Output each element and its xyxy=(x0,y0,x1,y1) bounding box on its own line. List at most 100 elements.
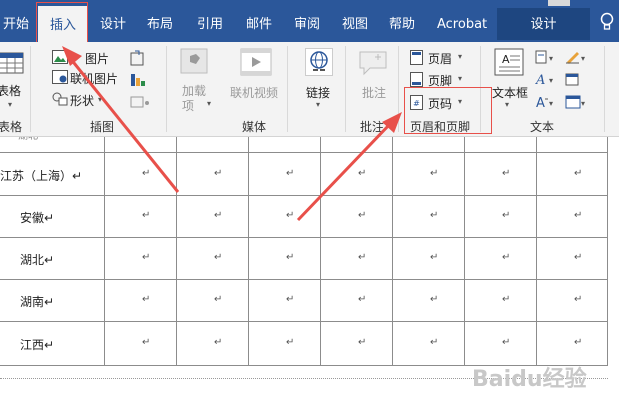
cell-paragraph-mark[interactable]: ↵ xyxy=(286,210,294,221)
cell-paragraph-mark[interactable]: ↵ xyxy=(142,337,150,348)
cell-paragraph-mark[interactable]: ↵ xyxy=(214,252,222,263)
cell-paragraph-mark[interactable]: ↵ xyxy=(286,168,294,179)
quick-parts-icon[interactable]: ▾ xyxy=(535,50,557,67)
cell-paragraph-mark[interactable]: ↵ xyxy=(142,168,150,179)
pictures-button[interactable]: 图片 xyxy=(85,50,109,67)
tab-help[interactable]: 帮助 xyxy=(389,0,415,42)
tab-table-design[interactable]: 设计 xyxy=(497,8,590,40)
cell-paragraph-mark[interactable]: ↵ xyxy=(430,294,438,305)
screenshot-icon[interactable] xyxy=(130,95,152,112)
group-separator xyxy=(398,46,399,132)
smartart-icon[interactable] xyxy=(130,72,146,91)
textbox-icon: A xyxy=(494,48,524,79)
online-video-button[interactable]: 联机视频 xyxy=(230,84,278,101)
table-row-label[interactable]: 江西↵ xyxy=(20,336,54,353)
group-separator xyxy=(30,46,31,132)
cell-paragraph-mark[interactable]: ↵ xyxy=(574,337,582,348)
wordart-icon[interactable]: A ▾ xyxy=(535,72,557,89)
cell-paragraph-mark[interactable]: ↵ xyxy=(142,210,150,221)
cell-paragraph-mark[interactable]: ↵ xyxy=(286,252,294,263)
ribbon-body: 表格 ▾ 表格 图片 联机图片 形状 ▾ 插图 加载 项 ▾ 联机视频 媒体 链… xyxy=(0,42,619,137)
svg-text:▾: ▾ xyxy=(581,99,585,108)
cell-paragraph-mark[interactable]: ↵ xyxy=(502,294,510,305)
group-separator xyxy=(604,46,605,132)
svg-text:A: A xyxy=(535,73,545,86)
cell-paragraph-mark[interactable]: ↵ xyxy=(358,168,366,179)
svg-text:▾: ▾ xyxy=(581,54,585,63)
shapes-dropdown-caret-icon[interactable]: ▾ xyxy=(98,95,102,104)
header-caret-icon[interactable]: ▾ xyxy=(458,52,462,61)
cell-paragraph-mark[interactable]: ↵ xyxy=(142,252,150,263)
cell-paragraph-mark[interactable]: ↵ xyxy=(358,337,366,348)
table-row-line xyxy=(0,321,608,322)
addins-caret-icon[interactable]: ▾ xyxy=(207,99,211,108)
cell-paragraph-mark[interactable]: ↵ xyxy=(502,337,510,348)
cell-paragraph-mark[interactable]: ↵ xyxy=(214,337,222,348)
svg-text:▾: ▾ xyxy=(549,76,553,85)
new-comment-button[interactable]: 批注 xyxy=(362,84,386,101)
header-button[interactable]: 页眉 xyxy=(428,50,452,67)
cell-paragraph-mark[interactable]: ↵ xyxy=(358,252,366,263)
links-caret-icon[interactable]: ▾ xyxy=(316,100,320,109)
table-col-line xyxy=(607,137,608,366)
group-label-comments: 批注 xyxy=(360,120,385,134)
table-col-line xyxy=(248,137,249,366)
table-dropdown-caret-icon[interactable]: ▾ xyxy=(8,100,12,109)
tab-design[interactable]: 设计 xyxy=(100,0,126,42)
tell-me-bulb-icon[interactable] xyxy=(600,12,616,32)
link-globe-icon xyxy=(305,48,333,79)
table-row-label[interactable]: 湖北↵ xyxy=(20,251,54,268)
cell-paragraph-mark[interactable]: ↵ xyxy=(574,294,582,305)
textbox-button[interactable]: 文本框 xyxy=(492,84,528,101)
table-row-label[interactable]: 湖南↵ xyxy=(20,293,54,310)
cell-paragraph-mark[interactable]: ↵ xyxy=(430,210,438,221)
addins-icon xyxy=(180,48,208,77)
table-row-line xyxy=(0,279,608,280)
cell-paragraph-mark[interactable]: ↵ xyxy=(430,337,438,348)
tab-acrobat[interactable]: Acrobat xyxy=(437,0,487,42)
footer-caret-icon[interactable]: ▾ xyxy=(458,74,462,83)
cell-paragraph-mark[interactable]: ↵ xyxy=(214,168,222,179)
drop-cap-icon[interactable]: A ▾ xyxy=(535,95,557,112)
cell-paragraph-mark[interactable]: ↵ xyxy=(430,168,438,179)
table-button[interactable]: 表格 xyxy=(0,82,21,99)
cell-paragraph-mark[interactable]: ↵ xyxy=(574,168,582,179)
pictures-icon xyxy=(52,50,68,67)
cell-paragraph-mark[interactable]: ↵ xyxy=(502,168,510,179)
table-row-label[interactable]: 安徽↵ xyxy=(20,209,54,226)
addins-label-line2[interactable]: 项 xyxy=(182,97,194,114)
tab-layout[interactable]: 布局 xyxy=(147,0,173,42)
table-col-line xyxy=(536,137,537,366)
cell-paragraph-mark[interactable]: ↵ xyxy=(142,294,150,305)
cell-paragraph-mark[interactable]: ↵ xyxy=(502,252,510,263)
cell-paragraph-mark[interactable]: ↵ xyxy=(430,252,438,263)
tab-review[interactable]: 审阅 xyxy=(294,0,320,42)
group-label-media: 媒体 xyxy=(242,120,267,134)
tab-references[interactable]: 引用 xyxy=(197,0,223,42)
cell-paragraph-mark[interactable]: ↵ xyxy=(214,294,222,305)
shapes-button[interactable]: 形状 xyxy=(70,92,94,109)
table-col-line xyxy=(464,137,465,366)
tab-mailings[interactable]: 邮件 xyxy=(246,0,272,42)
cell-paragraph-mark[interactable]: ↵ xyxy=(286,337,294,348)
cell-paragraph-mark[interactable]: ↵ xyxy=(286,294,294,305)
tab-view[interactable]: 视图 xyxy=(342,0,368,42)
cell-paragraph-mark[interactable]: ↵ xyxy=(358,210,366,221)
svg-text:A: A xyxy=(502,53,510,66)
textbox-caret-icon[interactable]: ▾ xyxy=(505,100,509,109)
links-button[interactable]: 链接 xyxy=(306,84,330,101)
cell-paragraph-mark[interactable]: ↵ xyxy=(214,210,222,221)
cell-paragraph-mark[interactable]: ↵ xyxy=(574,252,582,263)
tab-home[interactable]: 开始 xyxy=(3,0,29,42)
table-grid-icon xyxy=(0,52,24,77)
icons-icon[interactable] xyxy=(130,50,146,69)
cell-paragraph-mark[interactable]: ↵ xyxy=(502,210,510,221)
date-time-icon[interactable] xyxy=(565,72,579,89)
group-label-text: 文本 xyxy=(530,120,555,134)
object-icon[interactable]: ▾ xyxy=(565,95,589,112)
cell-paragraph-mark[interactable]: ↵ xyxy=(574,210,582,221)
table-row-label[interactable]: 江苏（上海）↵ xyxy=(0,167,82,184)
cell-paragraph-mark[interactable]: ↵ xyxy=(358,294,366,305)
signature-line-icon[interactable]: ▾ xyxy=(565,50,589,67)
online-pictures-button[interactable]: 联机图片 xyxy=(70,70,118,87)
